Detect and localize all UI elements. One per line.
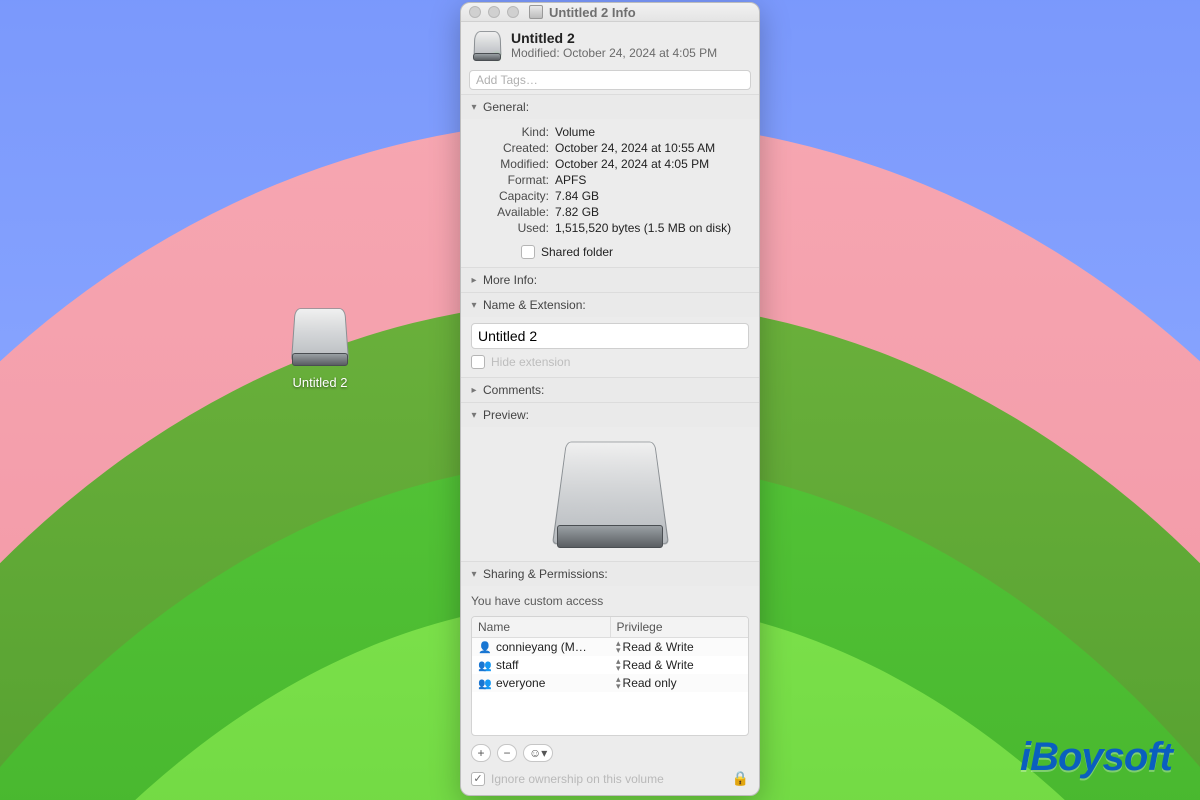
zoom-icon[interactable] [507, 6, 519, 18]
user-icon: 👥 [478, 658, 492, 672]
modified-key: Modified: [471, 157, 549, 171]
section-name-ext-body: Hide extension [461, 317, 759, 377]
section-label: More Info: [483, 273, 537, 287]
permissions-table: Name Privilege 👤connieyang (M…▴▾Read & W… [471, 616, 749, 736]
kind-key: Kind: [471, 125, 549, 139]
disk-icon [288, 305, 352, 369]
section-moreinfo-header[interactable]: ▸ More Info: [461, 267, 759, 292]
info-name: Untitled 2 [511, 30, 717, 46]
table-row[interactable]: 👤 connieyang (M… ▴▾Read & Write [472, 638, 748, 656]
window-title: Untitled 2 Info [549, 5, 636, 20]
perm-name: everyone [496, 676, 545, 690]
section-general-header[interactable]: ▾ General: [461, 94, 759, 119]
get-info-window: Untitled 2 Info Untitled 2 Modified: Oct… [460, 2, 760, 796]
user-icon: 👥 [478, 676, 492, 690]
minimize-icon[interactable] [488, 6, 500, 18]
used-value: 1,515,520 bytes (1.5 MB on disk) [555, 221, 749, 235]
name-input[interactable] [471, 323, 749, 349]
chevron-right-icon: ▸ [469, 385, 479, 396]
section-general-body: Kind: Volume Created: October 24, 2024 a… [461, 119, 759, 267]
hide-extension-label: Hide extension [491, 355, 570, 369]
perm-privilege[interactable]: Read & Write [623, 640, 694, 654]
permissions-toolbar: + − ☺︎▾ [471, 744, 749, 762]
modified-value: October 24, 2024 at 4:05 PM [555, 157, 749, 171]
chevron-right-icon: ▸ [469, 275, 479, 286]
section-preview-header[interactable]: ▾ Preview: [461, 402, 759, 427]
section-comments-header[interactable]: ▸ Comments: [461, 377, 759, 402]
table-row[interactable]: 👥 staff ▴▾Read & Write [472, 656, 748, 674]
hide-extension-checkbox [471, 355, 485, 369]
disk-icon [471, 30, 503, 62]
titlebar[interactable]: Untitled 2 Info [461, 3, 759, 22]
ignore-ownership-label: Ignore ownership on this volume [491, 772, 664, 786]
add-button[interactable]: + [471, 744, 491, 762]
chevron-down-icon: ▾ [469, 102, 479, 113]
stepper-icon[interactable]: ▴▾ [616, 640, 621, 654]
modified-value: October 24, 2024 at 4:05 PM [563, 46, 717, 60]
section-name-ext-header[interactable]: ▾ Name & Extension: [461, 292, 759, 317]
table-row[interactable]: 👥 everyone ▴▾Read only [472, 674, 748, 692]
remove-button[interactable]: − [497, 744, 517, 762]
close-icon[interactable] [469, 6, 481, 18]
perm-privilege[interactable]: Read only [623, 676, 677, 690]
info-header: Untitled 2 Modified: October 24, 2024 at… [461, 22, 759, 68]
section-label: Preview: [483, 408, 529, 422]
column-header-name[interactable]: Name [472, 617, 611, 637]
kind-value: Volume [555, 125, 749, 139]
section-label: Comments: [483, 383, 544, 397]
perm-name: connieyang (M… [496, 640, 587, 654]
perm-name: staff [496, 658, 518, 672]
watermark-logo: iBoysoft [1020, 735, 1172, 780]
shared-folder-checkbox[interactable] [521, 245, 535, 259]
section-label: Sharing & Permissions: [483, 567, 608, 581]
capacity-value: 7.84 GB [555, 189, 749, 203]
user-icon: 👤 [478, 640, 492, 654]
lock-icon[interactable]: 🔒 [732, 770, 749, 787]
permissions-note: You have custom access [471, 592, 749, 608]
section-preview-body [461, 427, 759, 561]
available-value: 7.82 GB [555, 205, 749, 219]
chevron-down-icon: ▾ [469, 300, 479, 311]
desktop-disk-item[interactable]: Untitled 2 [280, 305, 360, 390]
section-label: Name & Extension: [483, 298, 586, 312]
column-header-privilege[interactable]: Privilege [611, 617, 749, 637]
section-sharing-body: You have custom access Name Privilege 👤 c… [461, 586, 759, 795]
ignore-ownership-checkbox [471, 772, 485, 786]
stepper-icon[interactable]: ▴▾ [616, 676, 621, 690]
format-key: Format: [471, 173, 549, 187]
volume-icon [529, 5, 543, 19]
desktop-disk-label: Untitled 2 [280, 375, 360, 390]
chevron-down-icon: ▾ [469, 410, 479, 421]
used-key: Used: [471, 221, 549, 235]
section-sharing-header[interactable]: ▾ Sharing & Permissions: [461, 561, 759, 586]
perm-privilege[interactable]: Read & Write [623, 658, 694, 672]
shared-folder-label: Shared folder [541, 245, 613, 259]
capacity-key: Capacity: [471, 189, 549, 203]
created-value: October 24, 2024 at 10:55 AM [555, 141, 749, 155]
modified-label: Modified: [511, 46, 560, 60]
disk-icon [550, 433, 670, 553]
available-key: Available: [471, 205, 549, 219]
format-value: APFS [555, 173, 749, 187]
action-menu-button[interactable]: ☺︎▾ [523, 744, 553, 762]
section-label: General: [483, 100, 529, 114]
chevron-down-icon: ▾ [469, 569, 479, 580]
tags-input[interactable]: Add Tags… [469, 70, 751, 90]
traffic-lights [469, 6, 519, 18]
created-key: Created: [471, 141, 549, 155]
stepper-icon[interactable]: ▴▾ [616, 658, 621, 672]
